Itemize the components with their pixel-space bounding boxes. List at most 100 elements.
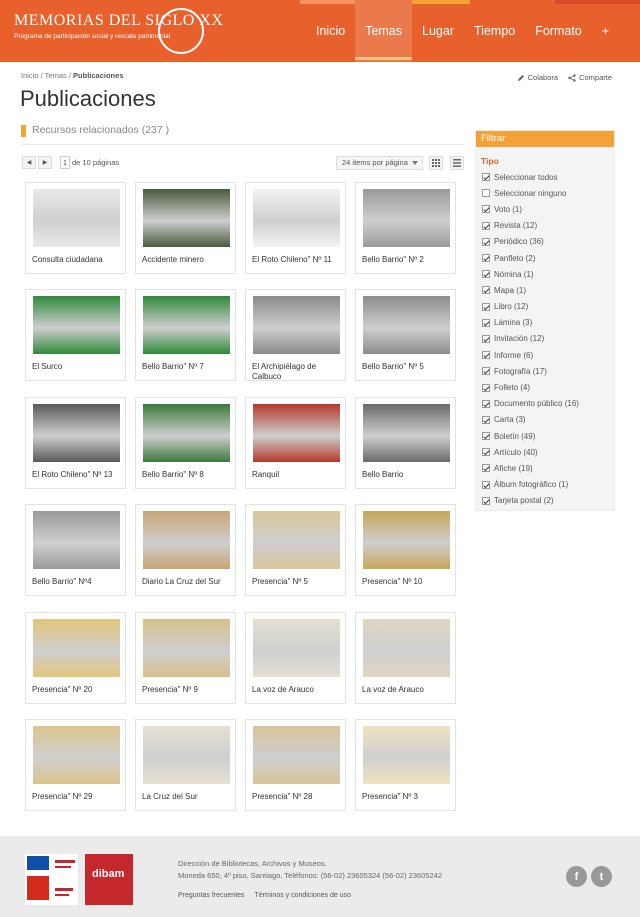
result-thumbnail[interactable]: [33, 726, 120, 784]
list-view-button[interactable]: [450, 156, 464, 170]
breadcrumb-parent[interactable]: Temas: [45, 71, 67, 80]
result-thumbnail[interactable]: [33, 619, 120, 677]
share-link[interactable]: Comparte: [568, 73, 612, 82]
result-title[interactable]: La voz de Arauco: [252, 685, 344, 695]
result-card[interactable]: El Surco: [25, 289, 126, 381]
result-card[interactable]: Bello Barrio" Nº 5: [355, 289, 456, 381]
result-title[interactable]: Presencia" Nº 3: [362, 792, 454, 802]
result-card[interactable]: La voz de Arauco: [355, 612, 456, 704]
result-thumbnail[interactable]: [253, 619, 340, 677]
checkbox-checked[interactable]: [482, 432, 490, 441]
result-card[interactable]: Presencia" Nº 10: [355, 504, 456, 596]
filter-option[interactable]: Afiche (19): [476, 460, 614, 476]
result-title[interactable]: Bello Barrio: [362, 470, 454, 480]
result-title[interactable]: El Roto Chileno" Nº 11: [252, 255, 344, 265]
filter-option[interactable]: Boletín (49): [476, 428, 614, 444]
result-title[interactable]: Presencia" Nº 20: [32, 685, 124, 695]
checkbox-checked[interactable]: [482, 351, 490, 360]
filter-option[interactable]: Nómina (1): [476, 266, 614, 282]
result-thumbnail[interactable]: [363, 189, 450, 247]
filter-option[interactable]: Informe (6): [476, 347, 614, 363]
filter-option[interactable]: Tarjeta postal (2): [476, 493, 614, 509]
result-card[interactable]: Ranquil: [245, 397, 346, 489]
result-thumbnail[interactable]: [253, 726, 340, 784]
nav-inicio[interactable]: Inicio: [306, 0, 355, 62]
result-thumbnail[interactable]: [253, 189, 340, 247]
result-card[interactable]: Bello Barrio" Nº 8: [135, 397, 236, 489]
result-card[interactable]: Bello Barrio" Nº 2: [355, 182, 456, 274]
result-card[interactable]: Bello Barrio" Nº 7: [135, 289, 236, 381]
result-thumbnail[interactable]: [363, 619, 450, 677]
nav-tiempo[interactable]: Tiempo: [464, 0, 525, 62]
nav-formato[interactable]: Formato: [525, 0, 592, 62]
filter-option[interactable]: Lámina (3): [476, 315, 614, 331]
nav-more[interactable]: +: [592, 0, 619, 62]
result-thumbnail[interactable]: [143, 296, 230, 354]
items-per-page-select[interactable]: 24 items por página: [336, 156, 423, 170]
filter-option[interactable]: Libro (12): [476, 299, 614, 315]
filter-option[interactable]: Periódico (36): [476, 234, 614, 250]
result-card[interactable]: Presencia" Nº 9: [135, 612, 236, 704]
filter-option[interactable]: Artículo (40): [476, 444, 614, 460]
next-page-button[interactable]: ▶: [38, 156, 52, 169]
filter-option[interactable]: Fotografía (17): [476, 363, 614, 379]
grid-view-button[interactable]: [429, 156, 443, 170]
result-title[interactable]: Bello Barrio" Nº 8: [142, 470, 234, 480]
result-title[interactable]: La voz de Arauco: [362, 685, 454, 695]
result-title[interactable]: Presencia" Nº 9: [142, 685, 234, 695]
checkbox-checked[interactable]: [482, 480, 490, 489]
checkbox-checked[interactable]: [482, 254, 490, 263]
result-title[interactable]: El Roto Chileno" Nº 13: [32, 470, 124, 480]
mineduc-logo[interactable]: [25, 854, 78, 905]
result-thumbnail[interactable]: [143, 619, 230, 677]
filter-option[interactable]: Panfleto (2): [476, 250, 614, 266]
checkbox-checked[interactable]: [482, 496, 490, 505]
prev-page-button[interactable]: ◀: [22, 156, 36, 169]
result-title[interactable]: Bello Barrio" Nº 7: [142, 362, 234, 372]
result-thumbnail[interactable]: [143, 404, 230, 462]
result-title[interactable]: Presencia" Nº 29: [32, 792, 124, 802]
result-title[interactable]: Consulta ciudadana: [32, 255, 124, 265]
result-title[interactable]: Bello Barrio" Nº 2: [362, 255, 454, 265]
result-thumbnail[interactable]: [143, 189, 230, 247]
filter-option[interactable]: Seleccionar ninguno: [476, 185, 614, 201]
result-thumbnail[interactable]: [253, 296, 340, 354]
result-card[interactable]: Consulta ciudadana: [25, 182, 126, 274]
checkbox-checked[interactable]: [482, 302, 490, 311]
checkbox-checked[interactable]: [482, 399, 490, 408]
page-number-input[interactable]: 1: [60, 156, 70, 169]
nav-lugar[interactable]: Lugar: [412, 0, 464, 62]
collaborate-link[interactable]: Colabora: [517, 73, 558, 82]
checkbox-checked[interactable]: [482, 286, 490, 295]
result-card[interactable]: Presencia" Nº 3: [355, 719, 456, 811]
result-thumbnail[interactable]: [33, 511, 120, 569]
terms-link[interactable]: Términos y condiciones de uso: [255, 892, 352, 899]
result-card[interactable]: Presencia" Nº 20: [25, 612, 126, 704]
result-title[interactable]: Presencia" Nº 5: [252, 577, 344, 587]
checkbox-checked[interactable]: [482, 383, 490, 392]
result-title[interactable]: Bello Barrio" Nº4: [32, 577, 124, 587]
checkbox-checked[interactable]: [482, 415, 490, 424]
checkbox-checked[interactable]: [482, 464, 490, 473]
checkbox-unchecked[interactable]: [482, 189, 490, 198]
result-card[interactable]: El Roto Chileno" Nº 11: [245, 182, 346, 274]
result-card[interactable]: Presencia" Nº 29: [25, 719, 126, 811]
breadcrumb-home[interactable]: Inicio: [21, 71, 39, 80]
result-title[interactable]: Presencia" Nº 10: [362, 577, 454, 587]
result-card[interactable]: El Roto Chileno" Nº 13: [25, 397, 126, 489]
facebook-icon[interactable]: f: [566, 866, 587, 887]
filter-option[interactable]: Mapa (1): [476, 282, 614, 298]
result-thumbnail[interactable]: [33, 296, 120, 354]
result-thumbnail[interactable]: [143, 511, 230, 569]
filter-option[interactable]: Voto (1): [476, 201, 614, 217]
result-thumbnail[interactable]: [253, 404, 340, 462]
result-thumbnail[interactable]: [363, 296, 450, 354]
filter-option[interactable]: Álbum fotográfico (1): [476, 477, 614, 493]
result-card[interactable]: Accidente minero: [135, 182, 236, 274]
result-thumbnail[interactable]: [33, 404, 120, 462]
filter-option[interactable]: Invitación (12): [476, 331, 614, 347]
result-card[interactable]: Bello Barrio: [355, 397, 456, 489]
result-thumbnail[interactable]: [33, 189, 120, 247]
checkbox-checked[interactable]: [482, 173, 490, 182]
result-card[interactable]: Bello Barrio" Nº4: [25, 504, 126, 596]
